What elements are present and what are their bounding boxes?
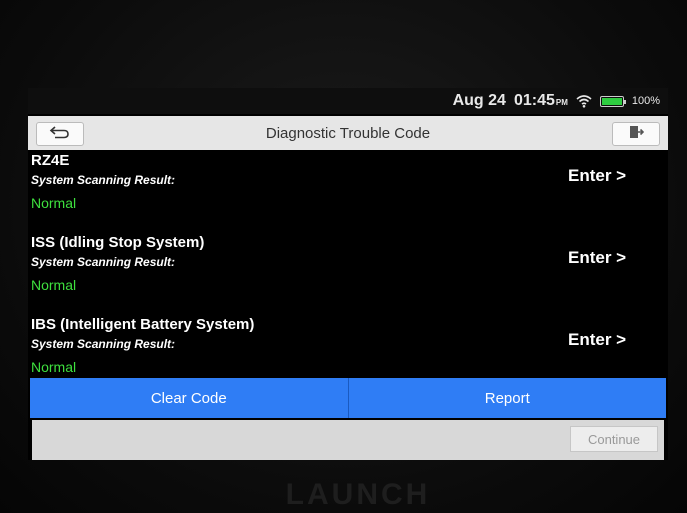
battery-percent: 100% [631, 95, 660, 107]
wifi-icon [576, 94, 592, 108]
system-list: RZ4E System Scanning Result: Normal Ente… [28, 152, 668, 378]
back-button[interactable] [36, 122, 84, 146]
battery-icon [599, 95, 626, 107]
action-bar: Clear Code Report [30, 378, 666, 418]
enter-button[interactable]: Enter > [568, 248, 626, 268]
system-item-rz4e: RZ4E System Scanning Result: Normal Ente… [28, 152, 668, 218]
exit-button[interactable] [612, 122, 660, 146]
system-name: RZ4E [31, 152, 70, 169]
device-screen: Aug 24 01:45PM 100% Diagnostic Trouble C… [28, 88, 668, 460]
brand-logo: LAUNCH [285, 478, 431, 511]
system-result-label: System Scanning Result: [31, 255, 176, 269]
exit-icon [628, 124, 645, 144]
system-result-label: System Scanning Result: [31, 337, 176, 351]
status-time: 01:45PM [513, 92, 568, 109]
system-name: ISS (Idling Stop System) [31, 234, 205, 251]
clear-code-button[interactable]: Clear Code [30, 378, 348, 418]
system-item-ibs: IBS (Intelligent Battery System) System … [28, 300, 668, 378]
bottom-bar: Continue [32, 420, 664, 460]
system-status: Normal [31, 277, 77, 293]
enter-button[interactable]: Enter > [568, 330, 626, 350]
continue-button[interactable]: Continue [570, 426, 658, 452]
status-date: Aug 24 [452, 92, 506, 109]
status-ampm: PM [555, 98, 568, 107]
system-status: Normal [31, 359, 77, 375]
system-status: Normal [31, 195, 77, 211]
system-name: IBS (Intelligent Battery System) [31, 316, 255, 333]
back-arrow-icon [49, 125, 71, 143]
system-result-label: System Scanning Result: [31, 173, 176, 187]
enter-button[interactable]: Enter > [568, 166, 626, 186]
status-bar: Aug 24 01:45PM 100% [28, 88, 668, 114]
page-title: Diagnostic Trouble Code [265, 124, 431, 142]
report-button[interactable]: Report [347, 378, 667, 418]
system-item-iss: ISS (Idling Stop System) System Scanning… [28, 218, 668, 300]
title-bar: Diagnostic Trouble Code [28, 116, 668, 150]
